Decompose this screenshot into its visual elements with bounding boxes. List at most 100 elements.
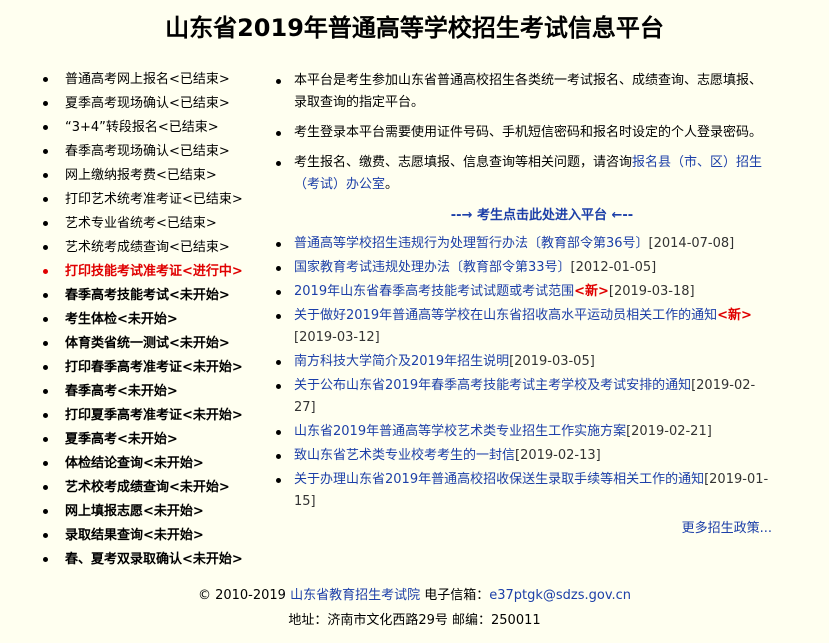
news-title-link[interactable]: 南方科技大学简介及2019年招生说明 [294, 354, 509, 369]
menu-item-label: 艺术专业省统考<已结束> [65, 216, 217, 231]
menu-item[interactable]: 夏季高考现场确认<已结束> [40, 92, 265, 116]
bullet-icon [43, 101, 48, 106]
bullet-icon [276, 360, 281, 365]
news-date: [2019-03-12] [294, 330, 380, 345]
bullet-icon [276, 454, 281, 459]
menu-item[interactable]: 艺术统考成绩查询<已结束> [40, 236, 265, 260]
menu-item[interactable]: 体检结论查询<未开始> [40, 452, 265, 476]
news-item: 2019年山东省春季高考技能考试试题或考试范围<新>[2019-03-18] [272, 281, 772, 303]
process-menu: 普通高考网上报名<已结束> 夏季高考现场确认<已结束> “3+4”转段报名<已结… [40, 68, 265, 572]
bullet-icon [43, 245, 48, 250]
menu-item-label: 考生体检<未开始> [65, 312, 178, 327]
menu-item[interactable]: 打印春季高考准考证<未开始> [40, 356, 265, 380]
menu-item[interactable]: 春季高考技能考试<未开始> [40, 284, 265, 308]
menu-item-label: 春季高考现场确认<已结束> [65, 144, 230, 159]
news-date: [2014-07-08] [648, 236, 735, 251]
bullet-icon [43, 77, 48, 82]
news-date: [2019-02-21] [626, 424, 712, 439]
bullet-icon [43, 125, 48, 130]
bullet-icon [276, 242, 281, 247]
news-title-link[interactable]: 关于公布山东省2019年春季高考技能考试主考学校及考试安排的通知 [294, 378, 691, 393]
bullet-icon [43, 173, 48, 178]
org-link[interactable]: 山东省教育招生考试院 [290, 588, 420, 603]
menu-item-label: 打印技能考试准考证<进行中> [65, 264, 243, 279]
menu-item[interactable]: 普通高考网上报名<已结束> [40, 68, 265, 92]
menu-item-label: 录取结果查询<未开始> [65, 528, 204, 543]
bullet-icon [43, 461, 48, 466]
notice-text: 考生报名、缴费、志愿填报、信息查询等相关问题，请咨询 [294, 155, 633, 170]
menu-item-label: 网上缴纳报考费<已结束> [65, 168, 217, 183]
menu-item[interactable]: 夏季高考<未开始> [40, 428, 265, 452]
menu-item[interactable]: “3+4”转段报名<已结束> [40, 116, 265, 140]
menu-item[interactable]: 体育类省统一测试<未开始> [40, 332, 265, 356]
bullet-icon [276, 266, 281, 271]
bullet-icon [276, 161, 281, 166]
bullet-icon [43, 437, 48, 442]
bullet-icon [276, 314, 281, 319]
menu-item-label: 体检结论查询<未开始> [65, 456, 204, 471]
news-item: 国家教育考试违规处理办法〔教育部令第33号〕[2012-01-05] [272, 257, 772, 279]
bullet-icon [43, 269, 48, 274]
news-title-link[interactable]: 致山东省艺术类专业校考考生的一封信 [294, 448, 515, 463]
menu-item[interactable]: 艺术专业省统考<已结束> [40, 212, 265, 236]
main-content: 本平台是考生参加山东省普通高校招生各类统一考试报名、成绩查询、志愿填报、录取查询… [272, 70, 772, 536]
bullet-icon [43, 221, 48, 226]
more-policies-link[interactable]: 更多招生政策... [272, 517, 772, 536]
footer-copyright: © 2010-2019 山东省教育招生考试院 电子信箱：e37ptgk@sdzs… [0, 584, 829, 603]
menu-item[interactable]: 打印艺术统考准考证<已结束> [40, 188, 265, 212]
notice-contact: 考生报名、缴费、志愿填报、信息查询等相关问题，请咨询报名县（市、区）招生（考试）… [272, 152, 772, 196]
news-item: 关于做好2019年普通高等学校在山东省招收高水平运动员相关工作的通知<新> [20… [272, 305, 772, 349]
page-title: 山东省2019年普通高等学校招生考试信息平台 [165, 14, 664, 42]
menu-item[interactable]: 艺术校考成绩查询<未开始> [40, 476, 265, 500]
footer-address: 地址：济南市文化西路29号 邮编：250011 [288, 613, 541, 628]
menu-item[interactable]: 春季高考现场确认<已结束> [40, 140, 265, 164]
news-date: [2012-01-05] [570, 260, 657, 275]
news-title-link[interactable]: 关于办理山东省2019年普通高校招收保送生录取手续等相关工作的通知 [294, 472, 704, 487]
bullet-icon [43, 365, 48, 370]
bullet-icon [43, 533, 48, 538]
menu-item-label: “3+4”转段报名<已结束> [65, 120, 219, 135]
news-item: 山东省2019年普通高等学校艺术类专业招生工作实施方案[2019-02-21] [272, 421, 772, 443]
menu-item-label: 普通高考网上报名<已结束> [65, 72, 230, 87]
menu-item[interactable]: 春、夏考双录取确认<未开始> [40, 548, 265, 572]
bullet-icon [43, 485, 48, 490]
email-label: 电子信箱： [420, 588, 490, 603]
news-item: 南方科技大学简介及2019年招生说明[2019-03-05] [272, 351, 772, 373]
menu-item-label: 打印春季高考准考证<未开始> [65, 360, 243, 375]
enter-platform-link[interactable]: --→ 考生点击此处进入平台 ←-- [272, 204, 772, 223]
menu-item[interactable]: 录取结果查询<未开始> [40, 524, 265, 548]
news-title-link[interactable]: 关于做好2019年普通高等学校在山东省招收高水平运动员相关工作的通知 [294, 308, 717, 323]
notice-login: 考生登录本平台需要使用证件号码、手机短信密码和报名时设定的个人登录密码。 [272, 122, 772, 144]
bullet-icon [43, 413, 48, 418]
menu-item[interactable]: 网上填报志愿<未开始> [40, 500, 265, 524]
menu-item-label: 春、夏考双录取确认<未开始> [65, 552, 243, 567]
bullet-icon [43, 149, 48, 154]
news-item: 普通高等学校招生违规行为处理暂行办法〔教育部令第36号〕[2014-07-08] [272, 233, 772, 255]
news-date: [2019-03-18] [608, 284, 695, 299]
menu-item-label: 打印艺术统考准考证<已结束> [65, 192, 243, 207]
menu-item-active[interactable]: 打印技能考试准考证<进行中> [40, 260, 265, 284]
menu-item[interactable]: 网上缴纳报考费<已结束> [40, 164, 265, 188]
bullet-icon [43, 509, 48, 514]
menu-item-label: 春季高考<未开始> [65, 384, 178, 399]
news-item: 关于公布山东省2019年春季高考技能考试主考学校及考试安排的通知[2019-02… [272, 375, 772, 419]
menu-item[interactable]: 考生体检<未开始> [40, 308, 265, 332]
menu-item-label: 艺术统考成绩查询<已结束> [65, 240, 230, 255]
menu-item-label: 体育类省统一测试<未开始> [65, 336, 230, 351]
bullet-icon [276, 384, 281, 389]
email-link[interactable]: e37ptgk@sdzs.gov.cn [489, 588, 631, 603]
news-date: [2019-02-13] [515, 448, 601, 463]
bullet-icon [276, 430, 281, 435]
news-title-link[interactable]: 国家教育考试违规处理办法〔教育部令第33号〕 [294, 260, 571, 275]
news-title-link[interactable]: 2019年山东省春季高考技能考试试题或考试范围 [294, 284, 574, 299]
bullet-icon [43, 341, 48, 346]
bullet-icon [43, 317, 48, 322]
bullet-icon [43, 197, 48, 202]
news-title-link[interactable]: 山东省2019年普通高等学校艺术类专业招生工作实施方案 [294, 424, 626, 439]
bullet-icon [276, 290, 281, 295]
news-title-link[interactable]: 普通高等学校招生违规行为处理暂行办法〔教育部令第36号〕 [294, 236, 649, 251]
copyright-text: © 2010-2019 [197, 588, 291, 603]
menu-item[interactable]: 打印夏季高考准考证<未开始> [40, 404, 265, 428]
menu-item[interactable]: 春季高考<未开始> [40, 380, 265, 404]
bullet-icon [43, 389, 48, 394]
